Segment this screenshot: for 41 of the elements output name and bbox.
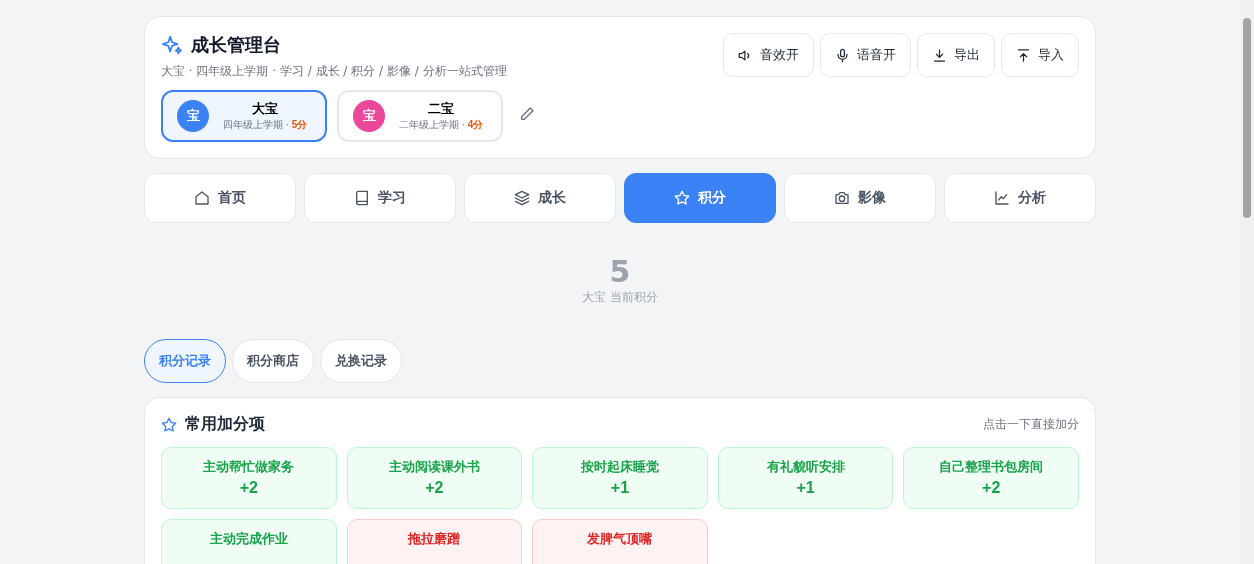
book-icon (354, 190, 370, 206)
import-button[interactable]: 导入 (1001, 33, 1079, 77)
home-icon (194, 190, 210, 206)
star-icon (674, 190, 690, 206)
avatar: 宝 (177, 100, 209, 132)
child-name: 大宝 (252, 100, 278, 118)
star-icon (161, 416, 177, 433)
nav-tab[interactable]: 分析 (944, 173, 1096, 223)
upload-icon (1016, 47, 1031, 63)
layers-icon (514, 190, 530, 206)
sound-button[interactable]: 音效开 (723, 33, 814, 77)
point-item-button[interactable]: 拖拉磨蹭 (346, 519, 523, 564)
mic-button[interactable]: 语音开 (820, 33, 911, 77)
child-profile-card[interactable]: 宝 二宝 二年级上学期 · 4分 (337, 90, 503, 142)
download-icon (932, 47, 947, 63)
microphone-icon (835, 47, 850, 63)
camera-icon (834, 190, 850, 206)
line-chart-icon (994, 190, 1010, 206)
child-name: 二宝 (428, 100, 454, 118)
avatar: 宝 (353, 100, 385, 132)
sub-tab[interactable]: 兑换记录 (320, 339, 402, 383)
child-grade-points: 二年级上学期 · 4分 (398, 118, 484, 132)
scrollbar[interactable] (1239, 0, 1254, 564)
sub-tab[interactable]: 积分商店 (232, 339, 314, 383)
app-title: 成长管理台 (191, 33, 281, 57)
section-hint: 点击一下直接加分 (983, 416, 1079, 433)
nav-tab[interactable]: 学习 (304, 173, 456, 223)
nav-tab[interactable]: 影像 (784, 173, 936, 223)
nav-tab[interactable]: 成长 (464, 173, 616, 223)
nav-tab[interactable]: 首页 (144, 173, 296, 223)
export-button[interactable]: 导出 (917, 33, 995, 77)
child-grade-points: 四年级上学期 · 5分 (222, 118, 308, 132)
point-item-button[interactable]: 发脾气顶嘴 (532, 519, 708, 564)
child-profile-card[interactable]: 宝 大宝 四年级上学期 · 5分 (161, 90, 327, 142)
points-value: 5 (609, 256, 631, 287)
subtitle: 大宝 · 四年级上学期 · 学习 / 成长 / 积分 / 影像 / 分析一站式管理 (161, 63, 508, 80)
points-caption: 大宝 当前积分 (582, 288, 658, 306)
nav-tab[interactable]: 积分 (624, 173, 776, 223)
pencil-icon (519, 106, 535, 122)
section-title: 常用加分项 (185, 414, 265, 435)
sparkle-icon (161, 34, 183, 56)
